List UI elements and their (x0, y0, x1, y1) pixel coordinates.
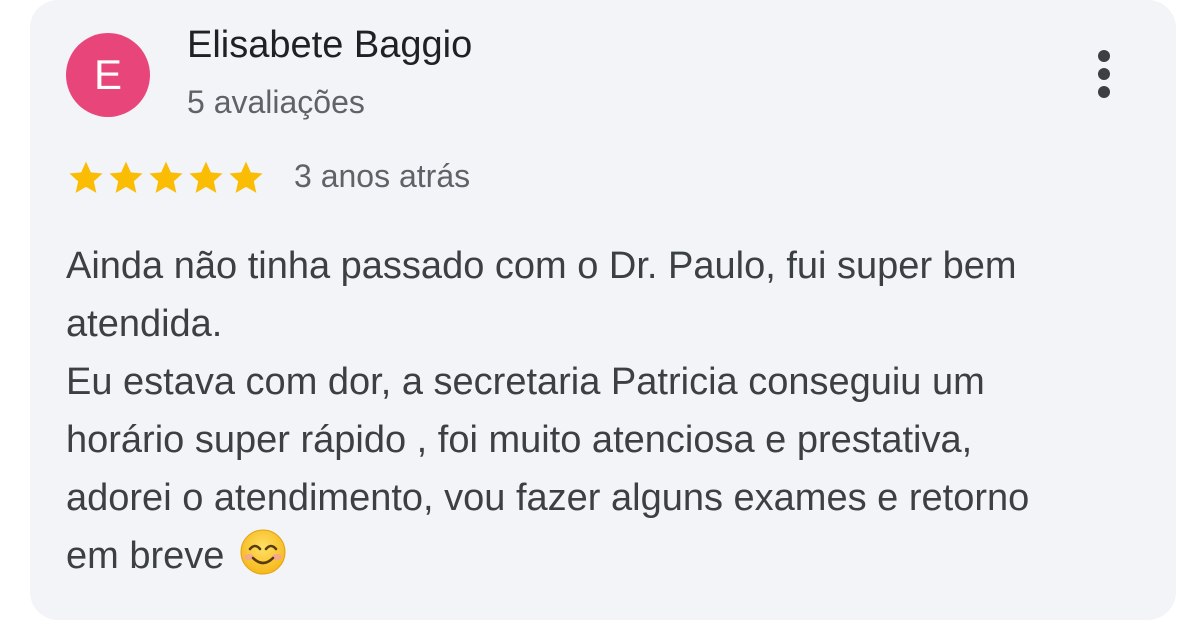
review-text-line: Eu estava com dor, a secretaria Patricia… (66, 361, 985, 403)
review-text-line: adorei o atendimento, vou fazer alguns e… (66, 477, 1030, 519)
review-text-line: em breve (66, 535, 225, 577)
star-icon (189, 161, 223, 193)
more-options-button[interactable] (1088, 48, 1120, 100)
star-rating (66, 158, 266, 198)
star-icon (149, 161, 183, 193)
review-text-line: Ainda não tinha passado com o Dr. Paulo,… (66, 245, 1017, 287)
review-text: Ainda não tinha passado com o Dr. Paulo,… (66, 237, 1156, 585)
review-text-last-line: em breve (66, 527, 1156, 585)
smiling-face-emoji (240, 529, 286, 575)
star-icon (229, 161, 263, 193)
avatar[interactable]: E (66, 33, 150, 117)
review-text-line: horário super rápido , foi muito atencio… (66, 419, 973, 461)
star-icon (109, 161, 143, 193)
review-time: 3 anos atrás (294, 158, 471, 194)
author-name[interactable]: Elisabete Baggio (187, 24, 472, 67)
star-icon (69, 161, 103, 193)
review-text-line: atendida. (66, 303, 223, 345)
author-review-count: 5 avaliações (187, 84, 365, 120)
